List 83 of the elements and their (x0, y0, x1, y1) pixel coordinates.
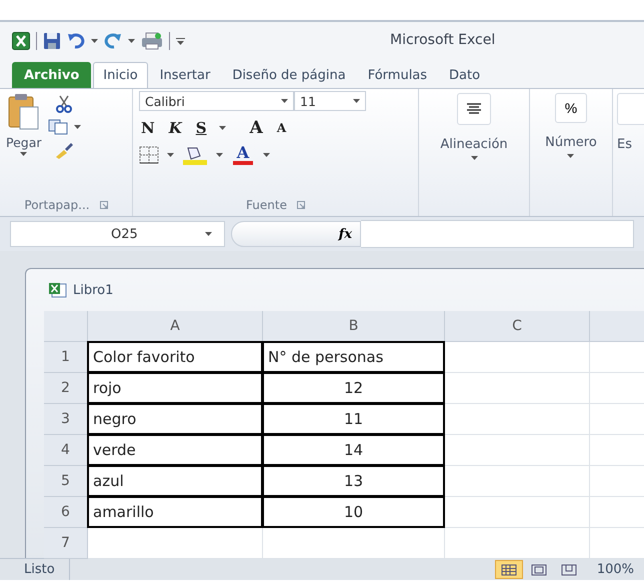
view-button[interactable] (494, 560, 523, 579)
table-cell: amarillo (87, 496, 263, 528)
caret-icon (567, 154, 574, 158)
percent-button[interactable]: % (555, 93, 587, 123)
shrink-font-button[interactable]: A (274, 121, 288, 135)
caret-icon (216, 153, 223, 157)
column-header[interactable]: B (263, 311, 445, 342)
formula-input[interactable] (361, 220, 634, 248)
customize-menu-icon[interactable] (176, 37, 185, 45)
italic-button[interactable]: K (166, 119, 184, 137)
zoom-level[interactable]: 100% (596, 562, 644, 577)
row-header[interactable]: 4 (44, 435, 88, 466)
row-header[interactable]: 5 (44, 466, 88, 497)
alignment-button[interactable] (457, 93, 491, 125)
row-header[interactable]: 6 (44, 497, 88, 528)
workbook-icon (48, 282, 68, 298)
caret-icon (218, 126, 226, 130)
group-label: Es (617, 137, 633, 152)
table-cell: azul (87, 465, 263, 497)
paste-button[interactable]: Pegar (6, 93, 42, 190)
status-text: Listo (0, 559, 70, 580)
ribbon-tab[interactable]: Insertar (150, 62, 220, 88)
row-header[interactable]: 3 (44, 404, 88, 435)
font-color-button[interactable]: A (231, 145, 255, 165)
table-cell: 13 (262, 465, 445, 497)
window-title: Microsoft Excel (390, 32, 496, 48)
column-header[interactable]: A (88, 311, 263, 342)
table-cell: 14 (262, 434, 445, 466)
format-painter-icon[interactable] (54, 141, 74, 159)
caret-icon (20, 152, 28, 156)
caret-icon (91, 39, 98, 43)
printer-icon[interactable] (141, 32, 163, 50)
table-cell: negro (87, 403, 263, 435)
group-label: Portapap... (24, 198, 90, 212)
dialog-launcher-icon[interactable] (296, 201, 305, 209)
scissors-icon[interactable] (56, 95, 72, 113)
row-header[interactable]: 7 (44, 528, 88, 559)
caret-icon (74, 125, 81, 129)
bold-button[interactable]: N (139, 119, 157, 137)
align-icon (467, 103, 481, 115)
caret-icon (205, 232, 212, 236)
view-icon (500, 562, 518, 576)
group-label: Alineación (440, 137, 508, 152)
table-cell: 12 (262, 372, 445, 404)
underline-button[interactable]: S (194, 119, 209, 137)
fill-color-icon[interactable] (182, 145, 208, 165)
borders-icon[interactable] (139, 146, 159, 164)
table-cell: N° de personas (262, 341, 445, 373)
ribbon-tab[interactable]: Diseño de página (222, 62, 356, 88)
table-cell: Color favorito (87, 341, 263, 373)
insert-function-button[interactable]: fx (231, 221, 361, 247)
undo-icon[interactable] (67, 33, 85, 49)
save-icon[interactable] (43, 32, 61, 50)
table-cell: verde (87, 434, 263, 466)
caret-icon (128, 39, 135, 43)
row-header[interactable]: 2 (44, 373, 88, 404)
caret-icon (167, 153, 174, 157)
row-header[interactable]: 1 (44, 342, 88, 373)
workbook-title: Libro1 (73, 282, 114, 298)
group-label: Número (545, 135, 597, 150)
redo-icon[interactable] (104, 33, 122, 49)
ribbon-tab[interactable]: Inicio (93, 62, 148, 88)
table-cell: 11 (262, 403, 445, 435)
font-size-dropdown[interactable]: 11 (294, 91, 366, 111)
column-header[interactable]: C (445, 311, 590, 342)
table-cell: 10 (262, 496, 445, 528)
table-cell: rojo (87, 372, 263, 404)
name-box[interactable]: O25 (10, 221, 225, 247)
view-icon (530, 562, 548, 576)
ribbon-tab[interactable]: Archivo (12, 62, 92, 88)
grow-font-button[interactable]: A (248, 118, 265, 138)
copy-icon[interactable] (48, 119, 68, 135)
ribbon-tab[interactable]: Fórmulas (358, 62, 438, 88)
caret-icon (281, 99, 288, 103)
ribbon-tab[interactable]: Dato (439, 62, 490, 88)
caret-icon (263, 153, 270, 157)
excel-logo-icon[interactable] (12, 32, 30, 50)
group-label: Fuente (246, 198, 287, 212)
caret-icon (470, 156, 478, 160)
view-icon (560, 562, 578, 576)
font-name-dropdown[interactable]: Calibri (139, 91, 294, 111)
dialog-launcher-icon[interactable] (100, 201, 108, 209)
caret-icon (353, 99, 360, 103)
